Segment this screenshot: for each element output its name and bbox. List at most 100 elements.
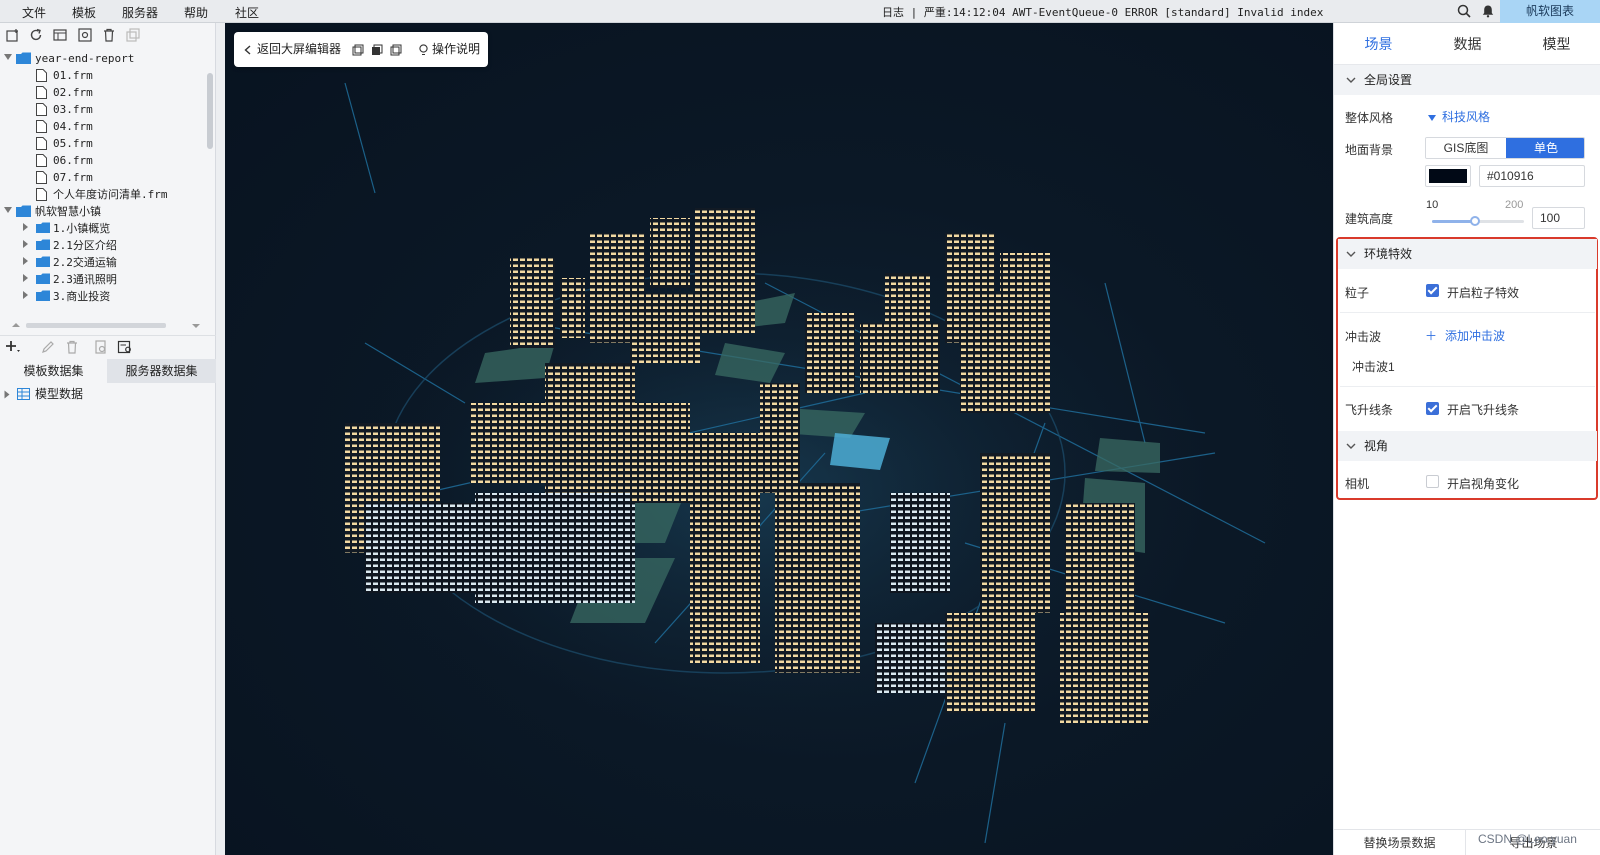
property-tabs: 场景 数据 模型 (1334, 23, 1600, 65)
lightbulb-icon (419, 44, 428, 55)
refresh-icon[interactable] (28, 27, 44, 43)
color-swatch[interactable] (1425, 165, 1471, 187)
file-icon (36, 103, 47, 116)
particle-label: 粒子 (1345, 286, 1370, 300)
style-dropdown[interactable]: 科技风格 (1428, 108, 1490, 125)
model-data-item[interactable]: 模型数据 (0, 385, 216, 403)
horizontal-scrollbar[interactable] (0, 321, 210, 331)
tree-scrollbar[interactable] (207, 73, 213, 149)
menu-bar: 文件 模板 服务器 帮助 社区 日志 | 严重:14:12:04 AWT-Eve… (0, 0, 1600, 23)
layer-back-icon[interactable] (390, 44, 402, 56)
slider-min-label: 10 (1426, 199, 1439, 211)
menu-community[interactable]: 社区 (235, 4, 259, 21)
edit-icon[interactable] (40, 339, 56, 355)
ground-gis-option[interactable]: GIS底图 (1426, 138, 1506, 158)
trash-icon[interactable] (101, 27, 117, 43)
menu-server[interactable]: 服务器 (122, 4, 158, 21)
collapsed-arrow-icon[interactable] (22, 290, 29, 300)
back-label: 返回大屏编辑器 (257, 42, 342, 56)
particle-check-label[interactable]: 开启粒子特效 (1447, 284, 1519, 301)
menu-file[interactable]: 文件 (22, 4, 46, 21)
file-icon (36, 171, 47, 184)
tree-label: 04.frm (53, 120, 93, 133)
expanded-arrow-icon[interactable] (4, 52, 12, 62)
height-input[interactable]: 100 (1532, 207, 1585, 229)
tree-label: 2.2交通运输 (53, 256, 117, 269)
flyline-check-label[interactable]: 开启飞升线条 (1447, 401, 1519, 418)
layer-front-icon[interactable] (352, 44, 364, 56)
section-environment-effects[interactable]: 环境特效 (1338, 239, 1597, 269)
file-icon (36, 137, 47, 150)
new-template-icon[interactable] (5, 27, 21, 43)
file-icon (36, 188, 47, 201)
settings-icon[interactable] (77, 27, 93, 43)
camera-check-label[interactable]: 开启视角变化 (1447, 475, 1519, 492)
dataset-toolbar (0, 335, 216, 357)
particle-checkbox[interactable] (1426, 284, 1439, 297)
height-label: 建筑高度 (1345, 212, 1394, 226)
section-title: 全局设置 (1364, 73, 1413, 87)
scene-viewport[interactable]: 返回大屏编辑器 操作说明 (225, 23, 1333, 855)
section-title: 视角 (1364, 439, 1389, 453)
expanded-arrow-icon[interactable] (4, 205, 12, 215)
section-view[interactable]: 视角 (1338, 431, 1597, 461)
watermark: CSDN @Leo.yuan (1478, 832, 1577, 846)
collapsed-arrow-icon[interactable] (22, 256, 29, 266)
template-list-icon[interactable] (52, 27, 68, 43)
flyline-checkbox[interactable] (1426, 402, 1439, 415)
add-shockwave-label: 添加冲击波 (1445, 329, 1506, 343)
collapsed-arrow-icon[interactable] (22, 222, 29, 232)
height-slider[interactable] (1432, 216, 1524, 226)
delete-icon[interactable] (64, 339, 80, 355)
tree-label: 01.frm (53, 69, 93, 82)
section-global-settings[interactable]: 全局设置 (1334, 65, 1600, 95)
ground-background-toggle: GIS底图 单色 (1425, 137, 1585, 159)
color-hex-input[interactable]: #010916 (1479, 165, 1585, 187)
chevron-down-icon (1346, 443, 1356, 449)
log-status-text[interactable]: 日志 | 严重:14:12:04 AWT-EventQueue-0 ERROR … (882, 4, 1323, 20)
brand-button[interactable]: 帆软图表 (1500, 0, 1600, 23)
chevron-left-icon (244, 45, 251, 55)
replace-scene-data-button[interactable]: 替换场景数据 (1334, 830, 1466, 855)
tree-label: 帆软智慧小镇 (35, 205, 101, 218)
tab-scene[interactable]: 场景 (1334, 23, 1423, 65)
menu-help[interactable]: 帮助 (184, 4, 208, 21)
file-icon (36, 86, 47, 99)
preview-icon[interactable] (93, 339, 109, 355)
tab-template-dataset[interactable]: 模板数据集 (0, 359, 107, 383)
left-panel: year-end-report 01.frm 02.frm 03.frm 04.… (0, 23, 216, 855)
slider-max-label: 200 (1505, 199, 1524, 211)
add-shockwave-button[interactable]: ＋ 添加冲击波 (1425, 327, 1505, 344)
slider-thumb[interactable] (1470, 216, 1481, 226)
ground-label: 地面背景 (1345, 143, 1394, 157)
dataset-search-icon[interactable] (117, 339, 133, 355)
plus-icon: ＋ (1425, 329, 1438, 343)
copy-icon[interactable] (125, 27, 141, 43)
tree-label: 03.frm (53, 103, 93, 116)
layer-stack-icon[interactable] (371, 44, 383, 56)
camera-checkbox[interactable] (1426, 475, 1439, 488)
tree-label: 个人年度访问清单.frm (53, 188, 168, 201)
collapsed-arrow-icon[interactable] (22, 273, 29, 283)
collapsed-arrow-icon[interactable] (4, 390, 10, 399)
ground-solid-option[interactable]: 单色 (1506, 138, 1584, 158)
menu-template[interactable]: 模板 (72, 4, 96, 21)
divider (1340, 386, 1595, 387)
slider-fill (1432, 220, 1476, 223)
shockwave-item[interactable]: 冲击波1 (1352, 358, 1395, 375)
folder-icon (36, 273, 50, 284)
tab-data[interactable]: 数据 (1423, 23, 1512, 65)
search-icon[interactable] (1457, 4, 1471, 18)
add-icon[interactable] (4, 339, 20, 355)
file-icon (36, 120, 47, 133)
floating-toolbar: 返回大屏编辑器 操作说明 (234, 32, 488, 67)
panel-splitter[interactable] (216, 23, 225, 855)
file-icon (36, 69, 47, 82)
folder-icon (16, 205, 31, 217)
camera-label: 相机 (1345, 477, 1370, 491)
collapsed-arrow-icon[interactable] (22, 239, 29, 249)
bell-icon[interactable] (1481, 4, 1495, 18)
tab-server-dataset[interactable]: 服务器数据集 (107, 359, 216, 383)
tree-label: 05.frm (53, 137, 93, 150)
tab-model[interactable]: 模型 (1512, 23, 1600, 65)
